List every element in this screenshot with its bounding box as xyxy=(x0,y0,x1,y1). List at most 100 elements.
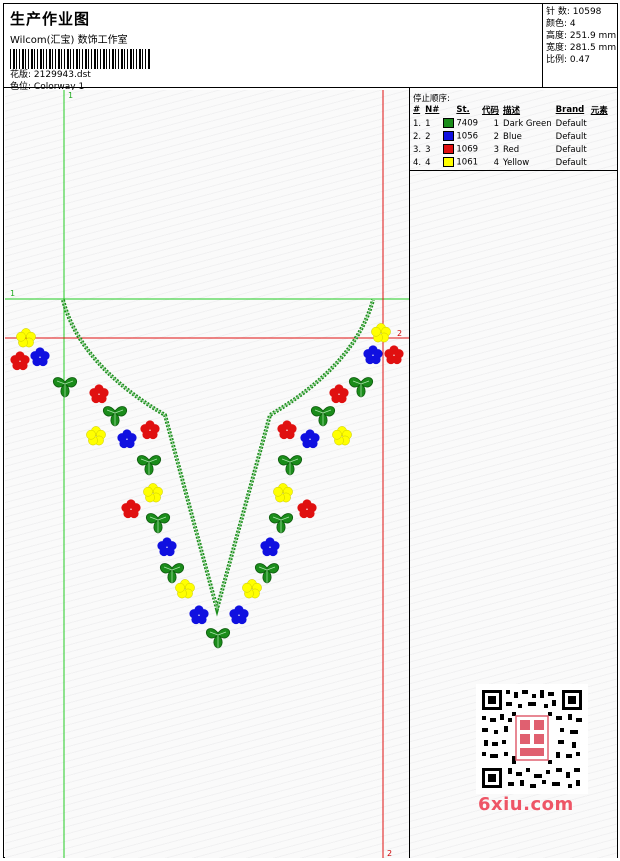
red-flower xyxy=(121,499,141,519)
code-number: 2 xyxy=(493,131,500,142)
column-header: 元素 xyxy=(590,106,608,116)
design-canvas: 1 1 2 2 xyxy=(5,90,409,858)
column-header: # xyxy=(413,105,421,115)
leaf-motif xyxy=(136,455,162,476)
brand: Default xyxy=(555,157,587,168)
column-header: St. xyxy=(456,105,470,115)
header: 生产作业图 Wilcom(汇宝) 数饰工作室 花版: 2129943.dst 色… xyxy=(10,8,540,93)
stitch-count: 10598 xyxy=(572,7,602,17)
color-swatch xyxy=(443,118,455,129)
scale-row: 比例: 0.47 xyxy=(546,54,618,66)
guide-label-green-top: 1 xyxy=(68,91,73,100)
design-file-row: 花版: 2129943.dst xyxy=(10,69,540,81)
design-height: 251.9 mm xyxy=(569,31,617,41)
needle-number: 3 xyxy=(425,144,431,155)
color-count-row: 颜色: 4 xyxy=(546,18,618,30)
color-count: 4 xyxy=(569,19,576,29)
color-swatch xyxy=(443,157,455,168)
stop-sequence-table: # N# St. 代码 描述 Brand 元素 1. 1 7409 1 Dark… xyxy=(412,104,611,169)
yellow-flower xyxy=(331,425,353,446)
code-number: 3 xyxy=(493,144,500,155)
stat-label: 比例: xyxy=(546,55,568,65)
yellow-flower xyxy=(174,578,196,599)
element xyxy=(590,117,611,130)
leaf-motif xyxy=(348,377,374,398)
leaf-motif xyxy=(102,406,128,427)
neckline-outline xyxy=(61,299,375,617)
element xyxy=(590,156,611,169)
studio-name: Wilcom(汇宝) 数饰工作室 xyxy=(10,35,128,46)
leaf-motif xyxy=(268,513,294,534)
red-flower xyxy=(89,384,109,404)
thread-code-cell: 1061 xyxy=(442,156,481,169)
thread-code-cell: 7409 xyxy=(442,117,481,130)
blue-flower xyxy=(260,537,280,557)
code-number: 4 xyxy=(493,157,500,168)
yellow-flower xyxy=(85,425,107,446)
row-index: 3. xyxy=(413,144,422,155)
leaf-motif xyxy=(254,563,280,584)
row-index: 4. xyxy=(413,157,422,168)
yellow-flower xyxy=(272,482,294,503)
thread-code-cell: 1069 xyxy=(442,143,481,156)
leaf-motif xyxy=(205,628,231,649)
row-index: 2. xyxy=(413,131,422,142)
leaf-motif xyxy=(145,513,171,534)
thread-code-cell: 1056 xyxy=(442,130,481,143)
color-description: Dark Green xyxy=(503,118,552,129)
panel-separator xyxy=(410,170,617,171)
blue-flower xyxy=(157,537,177,557)
width-row: 宽度: 281.5 mm xyxy=(546,42,618,54)
yellow-flower xyxy=(142,482,164,503)
red-flower xyxy=(10,351,30,371)
brand: Default xyxy=(555,144,587,155)
row-index: 1. xyxy=(413,118,422,129)
blue-flower xyxy=(117,429,137,449)
blue-flower xyxy=(229,605,249,625)
blue-flower xyxy=(363,345,383,365)
blue-flower xyxy=(300,429,320,449)
thread-code: 1061 xyxy=(456,157,479,168)
page-title: 生产作业图 xyxy=(10,10,91,28)
stat-label: 针 数: xyxy=(546,7,570,17)
design-file-label: 花版: xyxy=(10,70,32,80)
qr-code xyxy=(476,684,588,794)
blue-flower xyxy=(189,605,209,625)
production-sheet: 生产作业图 Wilcom(汇宝) 数饰工作室 花版: 2129943.dst 色… xyxy=(3,3,618,858)
needle-number: 4 xyxy=(425,157,431,168)
red-flower xyxy=(384,345,404,365)
watermark-text: 6xiu.com xyxy=(478,794,574,815)
leaf-motif xyxy=(277,455,303,476)
leaf-motif xyxy=(310,406,336,427)
leaf-motif xyxy=(159,563,185,584)
column-header: 代码 xyxy=(482,106,500,116)
red-flower xyxy=(277,420,297,440)
yellow-flower xyxy=(370,322,392,343)
stitch-count-row: 针 数: 10598 xyxy=(546,6,618,18)
table-row: 2. 2 1056 2 Blue Default xyxy=(412,130,611,143)
color-description: Blue xyxy=(503,131,522,142)
table-row: 4. 4 1061 4 Yellow Default xyxy=(412,156,611,169)
stat-label: 颜色: xyxy=(546,19,568,29)
red-flower xyxy=(329,384,349,404)
yellow-flower xyxy=(241,578,263,599)
red-flower xyxy=(140,420,160,440)
barcode xyxy=(10,49,150,69)
design-width: 281.5 mm xyxy=(569,43,617,53)
needle-number: 1 xyxy=(425,118,431,129)
scale: 0.47 xyxy=(569,55,590,65)
column-header: 描述 xyxy=(503,106,521,116)
yellow-flower xyxy=(15,327,37,348)
table-row: 1. 1 7409 1 Dark Green Default xyxy=(412,117,611,130)
height-row: 高度: 251.9 mm xyxy=(546,30,618,42)
stats-panel: 针 数: 10598 颜色: 4 高度: 251.9 mm 宽度: 281.5 … xyxy=(542,4,618,87)
stat-label: 宽度: xyxy=(546,43,568,53)
guide-label-red-bottom: 2 xyxy=(387,849,392,858)
needle-number: 2 xyxy=(425,131,431,142)
color-swatch xyxy=(443,144,455,155)
stat-label: 高度: xyxy=(546,31,568,41)
column-header: Brand xyxy=(555,105,585,115)
guide-label-red-right: 2 xyxy=(397,329,402,338)
embroidery-preview: 1 1 2 2 xyxy=(5,90,409,858)
table-row: 3. 3 1069 3 Red Default xyxy=(412,143,611,156)
